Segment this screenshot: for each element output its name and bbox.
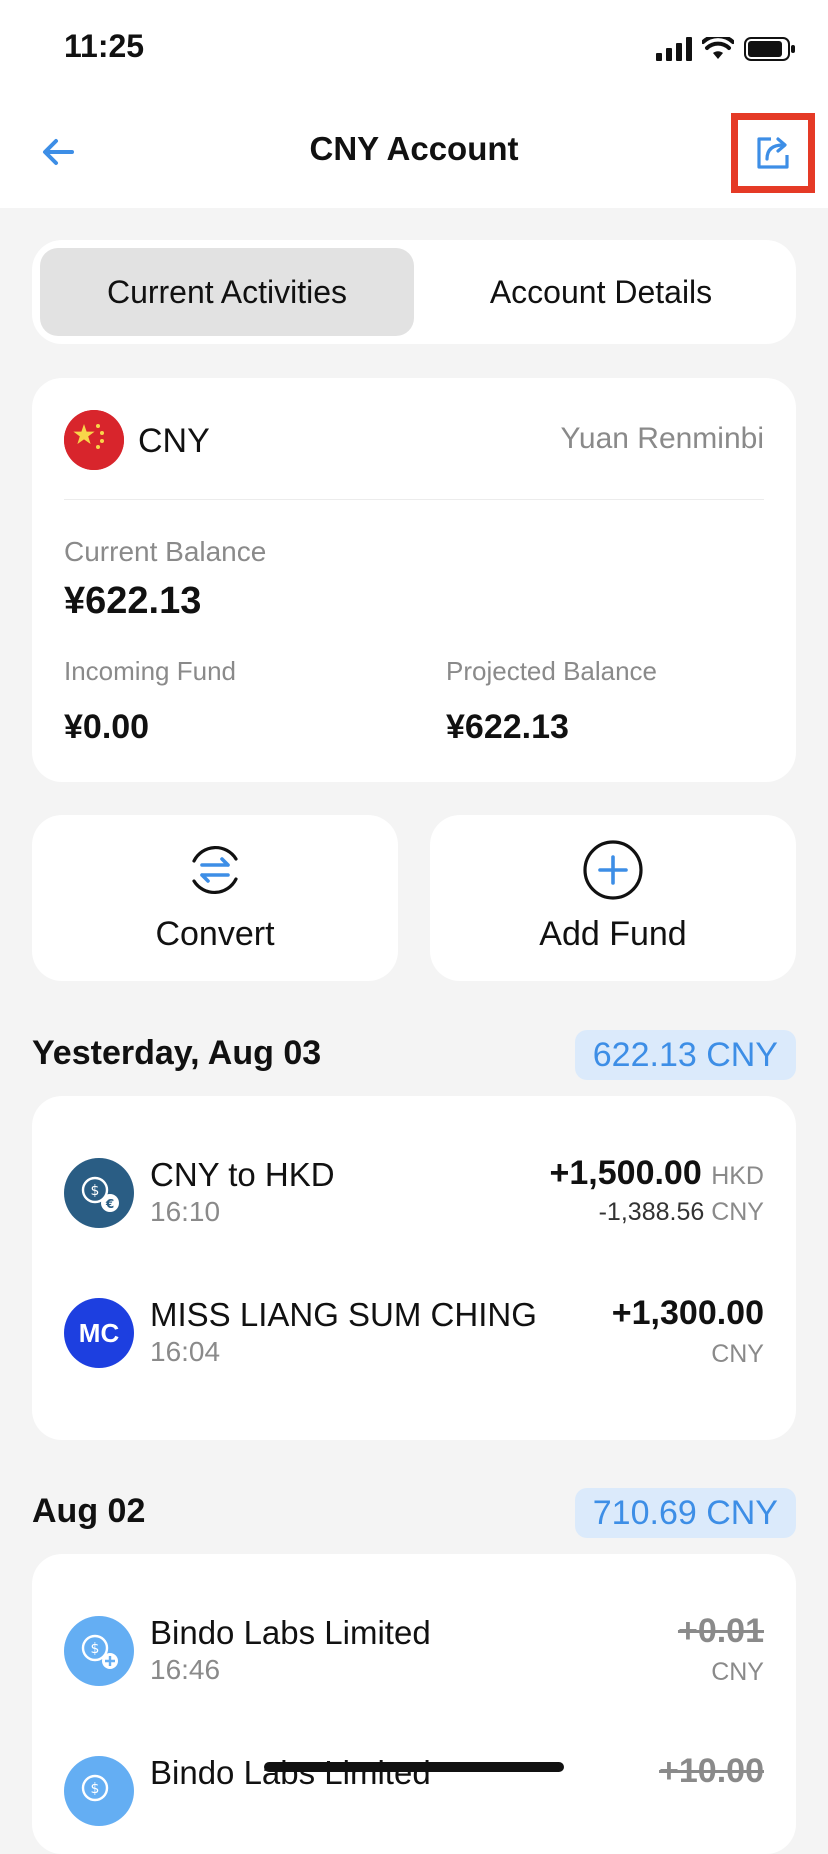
transaction-sub-amount: -1,388.56 CNY — [599, 1198, 764, 1227]
transaction-row[interactable]: $ Bindo Labs Limited +10.00 — [32, 1732, 796, 1852]
convert-icon — [192, 845, 238, 895]
incoming-fund-label: Incoming Fund — [64, 656, 236, 686]
currency-code: CNY — [138, 422, 210, 460]
deposit-icon: $ — [64, 1616, 134, 1686]
avatar: MC — [64, 1298, 134, 1368]
transaction-row[interactable]: $ € CNY to HKD 16:10 +1,500.00 HKD -1,38… — [32, 1134, 796, 1254]
currency-name: Yuan Renminbi — [560, 422, 764, 455]
add-fund-button[interactable]: Add Fund — [430, 815, 796, 981]
convert-label: Convert — [155, 915, 275, 953]
tab-bar: Current Activities Account Details — [32, 240, 796, 344]
balance-card: CNY Yuan Renminbi Current Balance ¥622.1… — [32, 378, 796, 782]
svg-text:$: $ — [91, 1781, 100, 1797]
transaction-name: Bindo Labs Limited — [150, 1614, 431, 1651]
section-total-badge: 710.69 CNY — [574, 1488, 796, 1538]
current-balance-label: Current Balance — [64, 536, 267, 567]
transaction-name: MISS LIANG SUM CHING — [150, 1296, 537, 1333]
projected-balance-value: ¥622.13 — [446, 708, 569, 746]
incoming-fund-value: ¥0.00 — [64, 708, 150, 746]
share-button[interactable] — [731, 113, 815, 193]
status-icons — [656, 36, 796, 62]
transaction-amount: +1,300.00 — [611, 1294, 764, 1332]
signal-icon — [656, 37, 692, 61]
convert-button[interactable]: Convert — [32, 815, 398, 981]
transaction-name: CNY to HKD — [150, 1156, 335, 1193]
section-total-badge: 622.13 CNY — [574, 1030, 796, 1080]
svg-text:$: $ — [91, 1183, 100, 1199]
add-circle-icon — [583, 840, 643, 900]
transaction-amount: +10.00 — [659, 1752, 764, 1790]
transaction-sub-amount-unit: CNY — [711, 1198, 764, 1226]
transaction-time: 16:04 — [150, 1336, 221, 1367]
home-indicator — [264, 1762, 564, 1772]
add-fund-label: Add Fund — [539, 915, 687, 953]
transaction-row[interactable]: MC MISS LIANG SUM CHING 16:04 +1,300.00 … — [32, 1274, 796, 1394]
top-bar: 11:25 CNY Account — [0, 0, 828, 208]
section-date: Yesterday, Aug 03 — [32, 1034, 322, 1072]
transaction-amount: +1,500.00 HKD — [550, 1154, 764, 1193]
section-date: Aug 02 — [32, 1492, 146, 1530]
transaction-time: 16:46 — [150, 1654, 221, 1685]
china-flag-icon — [64, 410, 124, 470]
battery-icon — [744, 37, 795, 61]
transaction-name: Bindo Labs Limited — [150, 1754, 431, 1791]
page-title: CNY Account — [309, 130, 519, 167]
projected-balance-label: Projected Balance — [446, 656, 658, 686]
transaction-sub-amount-value: -1,388.56 — [598, 1198, 705, 1226]
deposit-icon: $ — [64, 1756, 134, 1826]
exchange-icon: $ € — [64, 1158, 134, 1228]
current-balance-value: ¥622.13 — [64, 580, 202, 622]
transaction-amount: +0.01 — [677, 1612, 764, 1650]
tab-current-activities[interactable]: Current Activities — [40, 248, 414, 336]
svg-text:€: € — [105, 1197, 114, 1211]
tab-account-details[interactable]: Account Details — [414, 248, 788, 336]
transaction-unit: CNY — [711, 1658, 764, 1686]
transaction-unit: CNY — [711, 1340, 764, 1368]
transaction-amount-unit: HKD — [711, 1162, 764, 1190]
transaction-amount-value: +1,500.00 — [549, 1154, 702, 1192]
transaction-row[interactable]: $ Bindo Labs Limited 16:46 +0.01 CNY — [32, 1592, 796, 1712]
wifi-icon — [702, 37, 734, 59]
transaction-time: 16:10 — [150, 1196, 221, 1227]
divider — [64, 499, 764, 500]
svg-text:$: $ — [91, 1641, 100, 1657]
share-icon — [757, 137, 789, 169]
status-time: 11:25 — [64, 28, 145, 64]
